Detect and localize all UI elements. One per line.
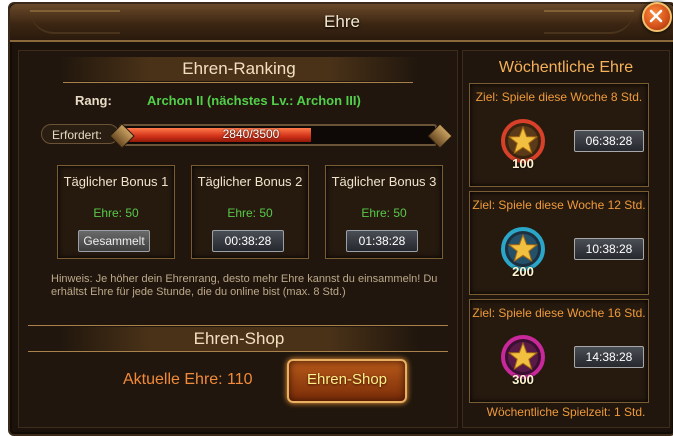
star-medal-icon: 200 (500, 226, 546, 279)
bonus-title: Täglicher Bonus 3 (331, 174, 437, 189)
rank-value: Archon II (nächstes Lv.: Archon III) (147, 93, 361, 108)
weekly-goal-text: Ziel: Spiele diese Woche 16 Std. (472, 306, 646, 320)
daily-bonus-1: Täglicher Bonus 1 Ehre: 50 Gesammelt (57, 165, 175, 259)
weekly-timer[interactable]: 14:38:28 (574, 346, 644, 368)
ranking-heading-text: Ehren-Ranking (182, 59, 296, 78)
daily-bonus-3: Täglicher Bonus 3 Ehre: 50 01:38:28 (325, 165, 443, 259)
shop-heading: Ehren-Shop (59, 327, 419, 351)
honor-window: Ehre Ehren-Ranking Rang: Archon II (näch… (8, 2, 673, 436)
window-title: Ehre (324, 12, 360, 31)
weekly-goal-3: Ziel: Spiele diese Woche 16 Std. 300 14:… (469, 299, 649, 403)
weekly-playtime: Wöchentliche Spielzeit: 1 Std. (486, 405, 646, 419)
bonus-collected-button[interactable]: Gesammelt (78, 230, 150, 252)
reward-amount: 100 (512, 156, 534, 171)
close-icon (649, 9, 663, 23)
ranking-panel: Ehren-Ranking Rang: Archon II (nächstes … (18, 50, 458, 428)
bonus-title: Täglicher Bonus 1 (63, 174, 169, 189)
close-button[interactable] (642, 2, 672, 32)
bonus-honor: Ehre: 50 (93, 206, 139, 220)
shop-heading-text: Ehren-Shop (193, 329, 285, 348)
ranking-heading: Ehren-Ranking (59, 57, 419, 81)
weekly-goal-text: Ziel: Spiele diese Woche 8 Std. (475, 90, 643, 104)
shop-divider-bottom (27, 351, 449, 352)
star-medal-icon: 100 (500, 118, 546, 171)
honor-shop-button[interactable]: Ehren-Shop (287, 359, 407, 403)
bonus-title: Täglicher Bonus 2 (197, 174, 303, 189)
current-honor: Aktuelle Ehre: 110 (123, 371, 253, 388)
reward-amount: 300 (512, 372, 534, 387)
rank-label: Rang: (75, 93, 112, 108)
weekly-timer[interactable]: 06:38:28 (574, 130, 644, 152)
weekly-goal-1: Ziel: Spiele diese Woche 8 Std. 100 06:3… (469, 83, 649, 187)
bonus-timer-button[interactable]: 00:38:28 (212, 230, 284, 252)
bonus-honor: Ehre: 50 (227, 206, 273, 220)
weekly-honor-panel: Wöchentliche Ehre Ziel: Spiele diese Woc… (462, 50, 670, 428)
honor-progress-bar: 2840/3500 (119, 124, 437, 146)
progress-text: 2840/3500 (222, 127, 280, 141)
shop-divider-top (27, 325, 449, 326)
required-label: Erfordert: (41, 124, 119, 144)
weekly-timer[interactable]: 10:38:28 (574, 238, 644, 260)
bonus-honor: Ehre: 50 (361, 206, 407, 220)
weekly-goal-text: Ziel: Spiele diese Woche 12 Std. (472, 198, 646, 212)
star-medal-icon: 300 (500, 334, 546, 387)
hint-text: Hinweis: Je höher dein Ehrenrang, desto … (51, 273, 438, 298)
reward-amount: 200 (512, 264, 534, 279)
bonus-timer-button[interactable]: 01:38:28 (346, 230, 418, 252)
weekly-heading: Wöchentliche Ehre (498, 59, 634, 76)
weekly-goal-2: Ziel: Spiele diese Woche 12 Std. 200 10:… (469, 191, 649, 295)
title-bar: Ehre (10, 2, 673, 42)
daily-bonus-2: Täglicher Bonus 2 Ehre: 50 00:38:28 (191, 165, 309, 259)
heading-divider (62, 82, 414, 83)
